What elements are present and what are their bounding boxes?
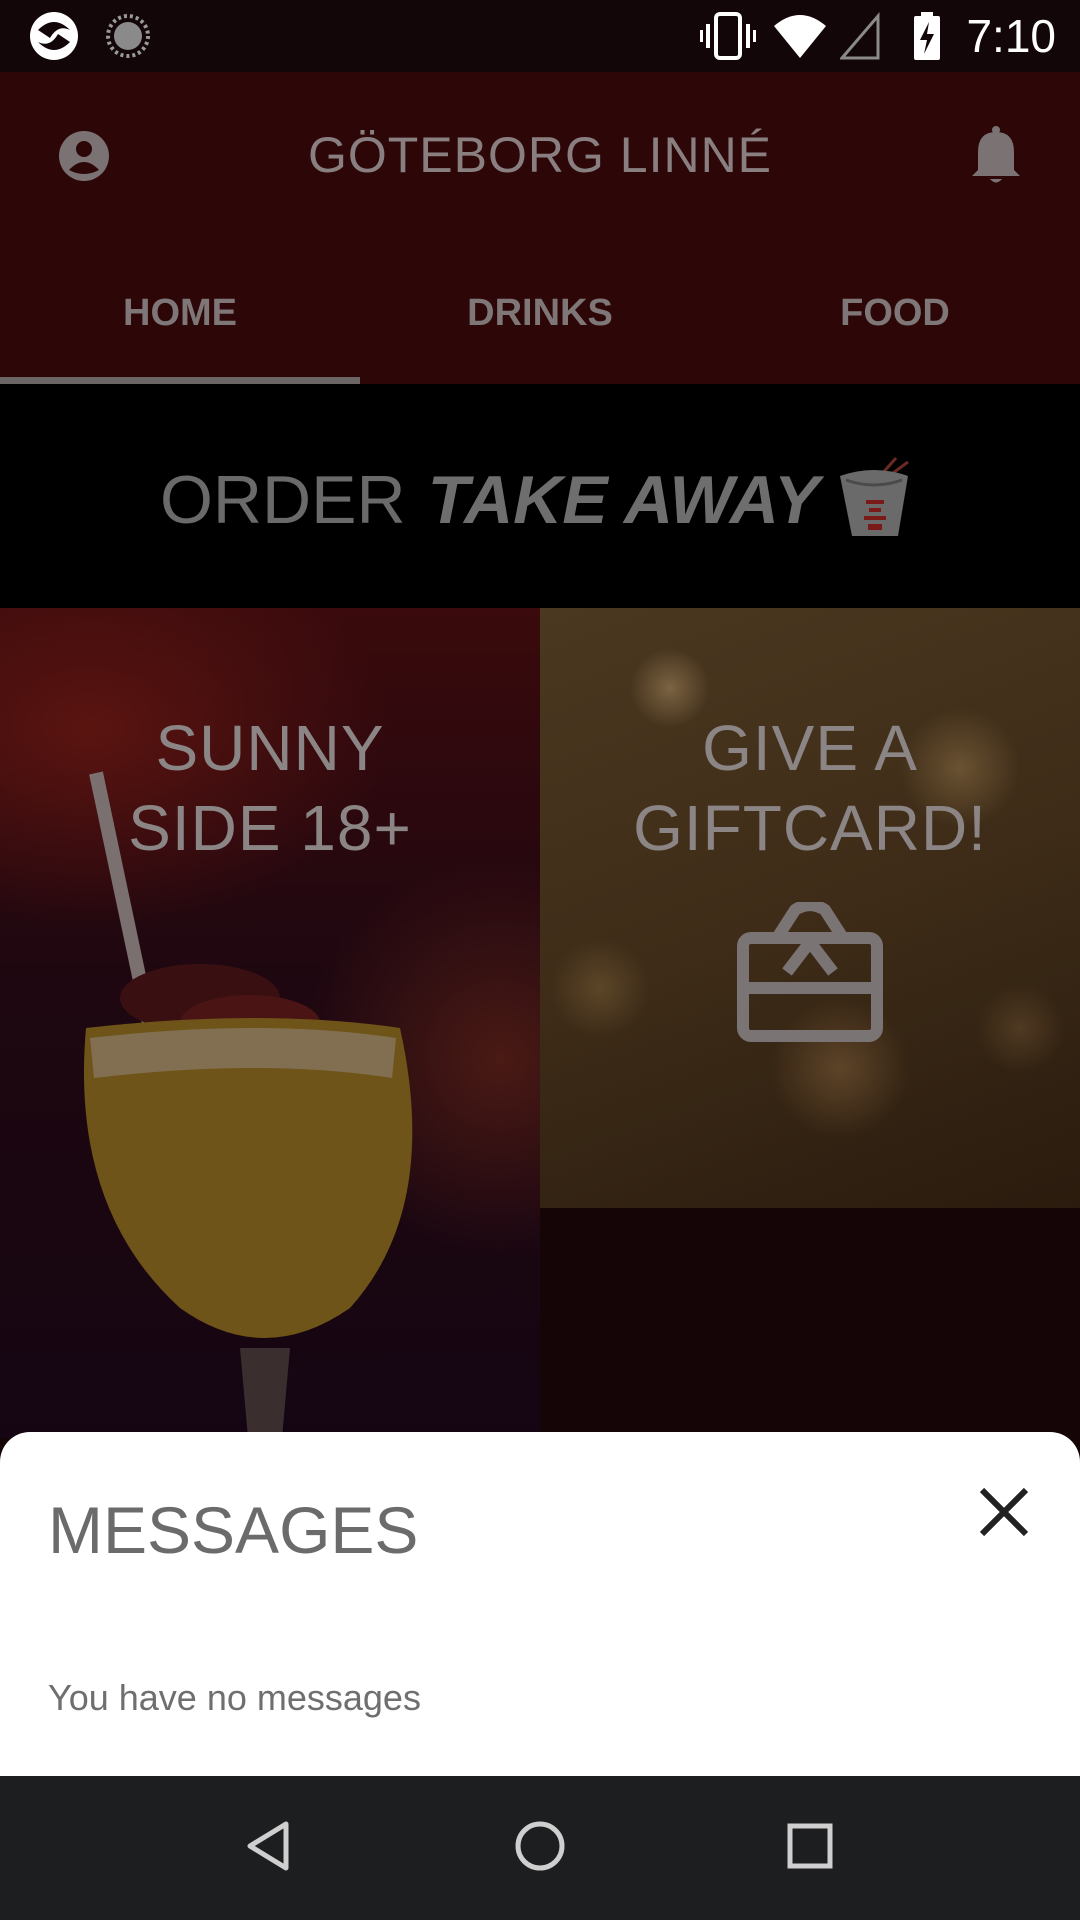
recents-icon[interactable] bbox=[780, 1816, 840, 1876]
tab-home[interactable]: HOME bbox=[0, 280, 360, 346]
banner-prefix: ORDER bbox=[160, 462, 406, 538]
bell-icon[interactable] bbox=[968, 124, 1024, 186]
app-title: GÖTEBORG LINNÉ bbox=[307, 127, 773, 183]
close-icon[interactable] bbox=[976, 1484, 1032, 1540]
tile-empty bbox=[540, 1208, 1080, 1438]
tab-indicator bbox=[0, 377, 360, 384]
sunny-title-line1: SUNNY bbox=[155, 712, 385, 784]
messages-title: MESSAGES bbox=[48, 1493, 419, 1567]
home-icon[interactable] bbox=[510, 1816, 570, 1876]
takeaway-banner-text[interactable]: ORDER TAKE AWAY bbox=[160, 460, 819, 540]
messages-empty-text: You have no messages bbox=[48, 1677, 421, 1718]
sync-icon bbox=[106, 14, 150, 58]
gift-title-line2: GIFTCARD! bbox=[633, 792, 987, 864]
gift-card-icon bbox=[737, 902, 883, 1042]
tile-sunny-side[interactable]: SUNNY SIDE 18+ bbox=[0, 608, 540, 1438]
app-icon bbox=[30, 12, 78, 60]
clock: 7:10 bbox=[966, 10, 1056, 62]
wifi-icon bbox=[774, 15, 826, 58]
gift-title-line1: GIVE A bbox=[702, 712, 918, 784]
tab-drinks[interactable]: DRINKS bbox=[360, 280, 720, 346]
signal-icon bbox=[840, 11, 880, 60]
battery-charging-icon bbox=[914, 12, 940, 60]
tile-giftcard[interactable]: GIVE A GIFTCARD! bbox=[540, 608, 1080, 1208]
back-icon[interactable] bbox=[240, 1816, 300, 1876]
takeaway-box-icon bbox=[840, 457, 909, 536]
status-bar: 7:10 bbox=[0, 0, 1080, 72]
banner-emphasis: TAKE AWAY bbox=[427, 462, 820, 538]
sunny-title-line2: SIDE 18+ bbox=[128, 792, 412, 864]
tab-food[interactable]: FOOD bbox=[720, 280, 1070, 346]
vibrate-icon bbox=[700, 12, 756, 60]
navigation-bar bbox=[0, 1776, 1080, 1920]
messages-sheet: MESSAGES You have no messages bbox=[0, 1432, 1080, 1776]
